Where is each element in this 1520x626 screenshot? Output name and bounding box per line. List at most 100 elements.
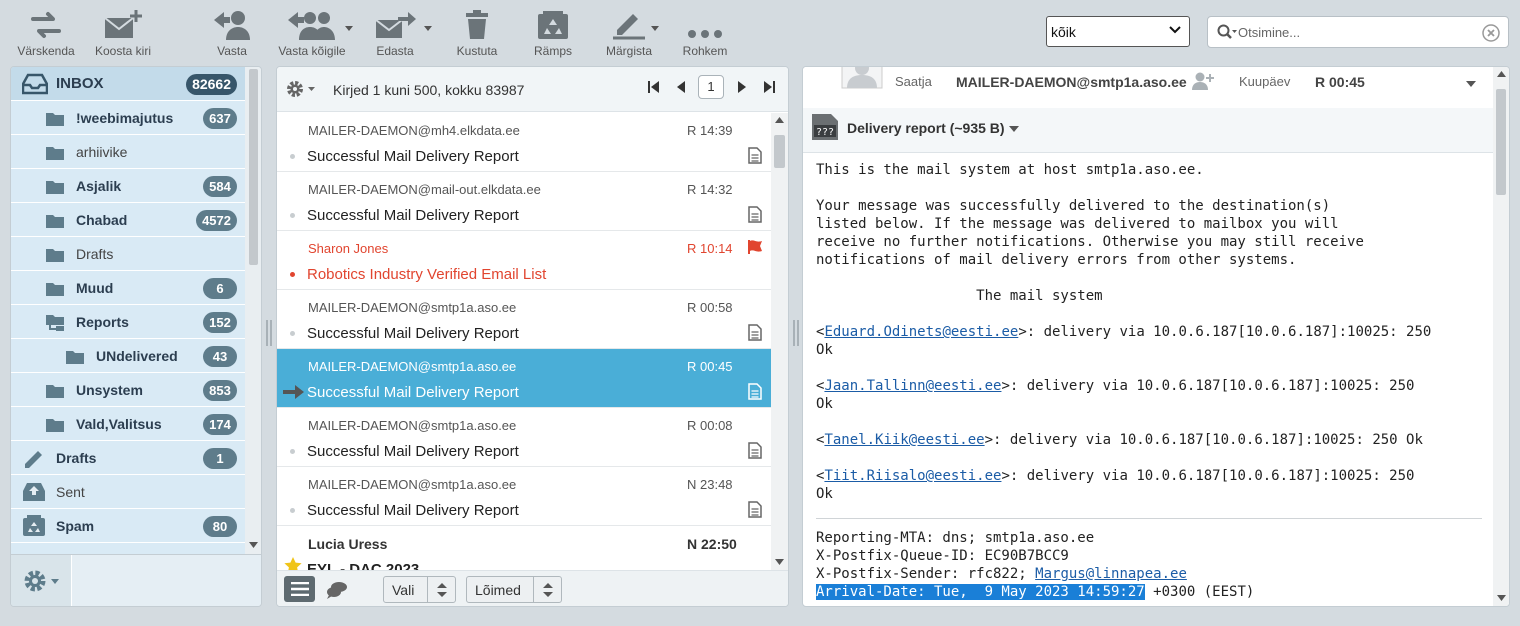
folder-muud[interactable]: Muud 6: [11, 271, 245, 305]
forward-dropdown-icon[interactable]: [424, 26, 432, 31]
message-row[interactable]: MAILER-DAEMON@smtp1a.aso.ee R 00:58 Succ…: [277, 290, 771, 349]
scroll-down-icon[interactable]: [775, 559, 784, 565]
message-row[interactable]: MAILER-DAEMON@mail-out.elkdata.ee R 14:3…: [277, 172, 771, 231]
threads-dropdown[interactable]: Lõimed: [466, 576, 562, 603]
unread-dot[interactable]: [290, 331, 295, 336]
unread-dot[interactable]: [290, 272, 295, 277]
splitter-handle[interactable]: [265, 320, 273, 346]
message-row[interactable]: MAILER-DAEMON@mh4.elkdata.ee R 14:39 Suc…: [277, 113, 771, 172]
folder-reports[interactable]: Reports 152: [11, 305, 245, 339]
divider: [816, 518, 1482, 519]
first-page-icon[interactable]: [648, 81, 660, 93]
attachment-bar[interactable]: ??? Delivery report (~935 B): [803, 108, 1493, 152]
recipient-link[interactable]: Eduard.Odinets@eesti.ee: [824, 324, 1018, 340]
gear-icon: [21, 567, 61, 595]
document-icon: [748, 147, 762, 164]
folder-vald-valitsus[interactable]: Vald,Valitsus 174: [11, 407, 245, 441]
folder-tree-icon: [46, 315, 66, 331]
star-icon[interactable]: [284, 557, 302, 570]
forward-button[interactable]: Edasta: [372, 6, 432, 58]
folder-spam[interactable]: Spam 80: [11, 509, 245, 543]
folder-undelivered[interactable]: UNdelivered 43: [11, 339, 245, 373]
refresh-button[interactable]: Värskenda: [14, 6, 78, 58]
unread-dot[interactable]: [290, 213, 295, 218]
next-page-icon[interactable]: [737, 81, 747, 93]
settings-button[interactable]: [11, 555, 72, 606]
scroll-up-icon[interactable]: [1497, 71, 1506, 77]
filter-select[interactable]: kõik: [1046, 16, 1190, 47]
recipient-link[interactable]: Tanel.Kiik@eesti.ee: [824, 432, 984, 448]
folder-icon: [46, 112, 64, 126]
folder-sent[interactable]: Sent: [11, 475, 245, 509]
scroll-down-icon[interactable]: [249, 542, 258, 548]
reply-button[interactable]: Vasta: [207, 6, 257, 58]
more-button[interactable]: Rohkem: [680, 6, 730, 58]
document-icon: [748, 383, 762, 400]
folder-drafts[interactable]: Drafts 1: [11, 441, 245, 475]
flag-icon[interactable]: [747, 239, 764, 255]
message-list-scrollbar[interactable]: [771, 113, 788, 570]
sender-email-link[interactable]: Margus@linnapea.ee: [1035, 566, 1187, 582]
compose-button[interactable]: Koosta kiri: [92, 6, 154, 58]
forwarded-arrow-icon: [283, 385, 305, 399]
scroll-down-icon[interactable]: [1497, 595, 1506, 601]
forward-icon: [374, 6, 416, 40]
folder-icon: [46, 146, 64, 160]
message-row[interactable]: Lucia Uress N 22:50 EYL - DAC 2023: [277, 526, 771, 570]
unread-dot[interactable]: [290, 508, 295, 513]
scrollbar-thumb[interactable]: [774, 135, 785, 168]
folder-arhiivike[interactable]: arhiivike: [11, 135, 245, 169]
updown-arrows-icon: [533, 577, 561, 602]
list-view-icon[interactable]: [284, 576, 315, 602]
folder-icon: [46, 248, 64, 262]
message-count: Kirjed 1 kuni 500, kokku 83987: [333, 82, 525, 98]
unread-dot[interactable]: [290, 154, 295, 159]
search-input[interactable]: Otsimine...: [1207, 16, 1509, 48]
message-row[interactable]: MAILER-DAEMON@smtp1a.aso.ee R 00:08 Succ…: [277, 408, 771, 467]
message-row[interactable]: Sharon Jones R 10:14 Robotics Industry V…: [277, 231, 771, 290]
sender-address[interactable]: MAILER-DAEMON@smtp1a.aso.ee: [956, 74, 1187, 90]
message-row-selected[interactable]: MAILER-DAEMON@smtp1a.aso.ee R 00:45 Succ…: [277, 349, 771, 408]
folder-asjalik[interactable]: Asjalik 584: [11, 169, 245, 203]
mark-button[interactable]: Märgista: [603, 6, 659, 58]
trash-icon: [465, 6, 489, 40]
header-expand-chevron-icon[interactable]: [1466, 81, 1476, 87]
folder-icon: [66, 350, 84, 364]
add-contact-icon[interactable]: [1192, 72, 1214, 90]
list-options-gear-icon[interactable]: [286, 79, 318, 99]
folder-inbox[interactable]: INBOX 82662: [11, 67, 245, 101]
junk-button[interactable]: Rämps: [530, 6, 576, 58]
scrollbar-thumb[interactable]: [1496, 89, 1506, 195]
reply-all-dropdown-icon[interactable]: [345, 26, 353, 31]
folder-scrollbar[interactable]: [245, 67, 261, 554]
preview-scrollbar[interactable]: [1493, 67, 1509, 606]
folder-drafts-sub[interactable]: Drafts: [11, 237, 245, 271]
delete-button[interactable]: Kustuta: [454, 6, 500, 58]
folder-chabad[interactable]: Chabad 4572: [11, 203, 245, 237]
page-number-input[interactable]: 1: [698, 75, 724, 99]
search-icon[interactable]: [1217, 24, 1237, 40]
recipient-link[interactable]: Jaan.Tallinn@eesti.ee: [824, 378, 1001, 394]
message-row[interactable]: MAILER-DAEMON@smtp1a.aso.ee N 23:48 Succ…: [277, 467, 771, 526]
splitter-handle[interactable]: [792, 320, 800, 346]
recycle-icon: [22, 515, 46, 537]
document-icon: [748, 501, 762, 518]
clear-icon[interactable]: [1482, 24, 1500, 42]
prev-page-icon[interactable]: [676, 81, 686, 93]
mark-dropdown-icon[interactable]: [651, 26, 659, 31]
select-dropdown[interactable]: Vali: [383, 576, 456, 603]
recipient-link[interactable]: Tiit.Riisalo@eesti.ee: [824, 468, 1001, 484]
pencil-icon: [22, 448, 46, 470]
threads-view-icon[interactable]: [326, 581, 348, 599]
unread-dot[interactable]: [290, 449, 295, 454]
scrollbar-thumb[interactable]: [249, 69, 258, 265]
folder-weebimajutus[interactable]: !weebimajutus 637: [11, 101, 245, 135]
folder-unsystem[interactable]: Unsystem 853: [11, 373, 245, 407]
folder-list: INBOX 82662 !weebimajutus 637 arhiivike …: [11, 67, 245, 554]
toolbar: Värskenda Koosta kiri Vasta Vasta kõigil…: [0, 0, 1520, 64]
last-page-icon[interactable]: [763, 81, 775, 93]
reply-all-button[interactable]: Vasta kõigile: [273, 6, 353, 58]
chevron-down-icon: [1169, 26, 1181, 34]
attachment-menu-icon[interactable]: [1009, 126, 1019, 132]
scroll-up-icon[interactable]: [775, 117, 784, 123]
